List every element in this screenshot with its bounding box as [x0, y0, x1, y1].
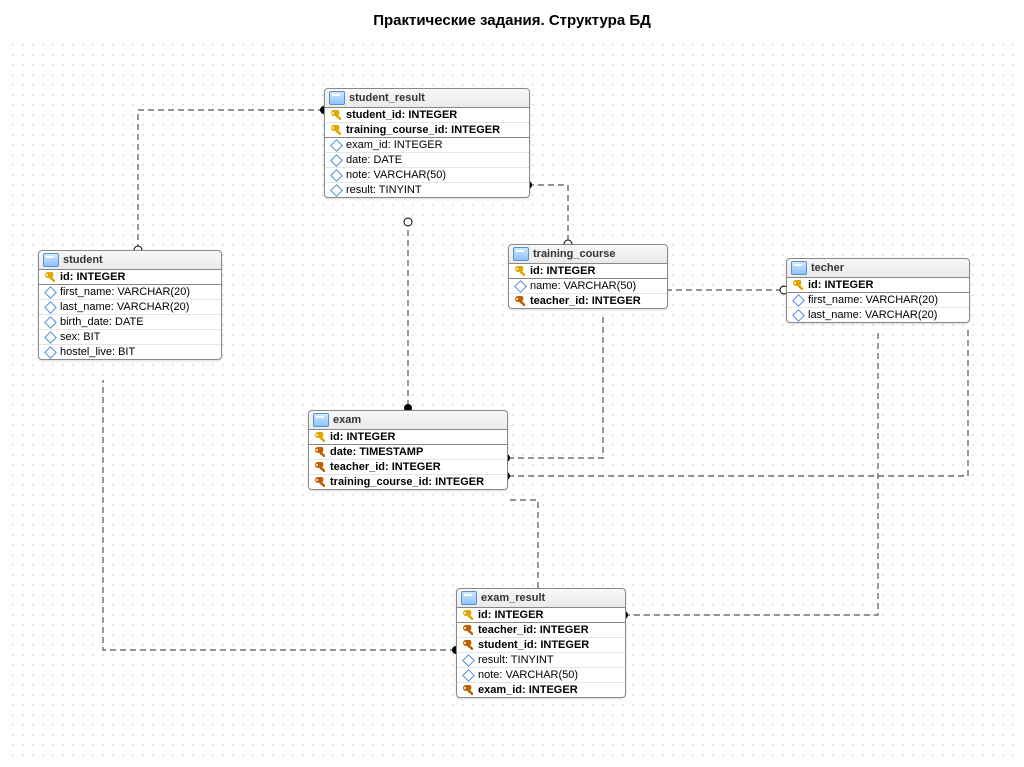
- key-icon: [330, 109, 342, 121]
- table-name: training_course: [533, 248, 616, 260]
- column: first_name: VARCHAR(20): [787, 293, 969, 308]
- table-name: student_result: [349, 92, 425, 104]
- column-fk: training_course_id: INTEGER: [309, 475, 507, 489]
- diamond-icon: [462, 654, 474, 666]
- table-student-result[interactable]: student_result student_id: INTEGER train…: [324, 88, 530, 198]
- table-student[interactable]: student id: INTEGER first_name: VARCHAR(…: [38, 250, 222, 360]
- diamond-icon: [44, 331, 56, 343]
- page-title: Практические задания. Структура БД: [0, 12, 1024, 29]
- table-icon: [313, 413, 329, 427]
- table-name: exam_result: [481, 592, 545, 604]
- column-fk: teacher_id: INTEGER: [509, 294, 667, 308]
- key-icon: [330, 124, 342, 136]
- key-icon: [462, 639, 474, 651]
- key-icon: [314, 431, 326, 443]
- key-icon: [462, 684, 474, 696]
- column-pk: id: INTEGER: [309, 430, 507, 444]
- diamond-icon: [44, 301, 56, 313]
- column-fk: student_id: INTEGER: [457, 638, 625, 653]
- table-name: student: [63, 254, 103, 266]
- column: note: VARCHAR(50): [325, 168, 529, 183]
- column: note: VARCHAR(50): [457, 668, 625, 683]
- diamond-icon: [462, 669, 474, 681]
- diamond-icon: [330, 169, 342, 181]
- column-pk: id: INTEGER: [457, 608, 625, 622]
- column: hostel_live: BIT: [39, 345, 221, 359]
- key-icon: [514, 265, 526, 277]
- table-icon: [791, 261, 807, 275]
- diamond-icon: [44, 346, 56, 358]
- key-icon: [514, 295, 526, 307]
- table-header: training_course: [509, 245, 667, 264]
- diamond-icon: [44, 316, 56, 328]
- diamond-icon: [330, 154, 342, 166]
- diamond-icon: [792, 309, 804, 321]
- table-header: exam_result: [457, 589, 625, 608]
- column-pk: id: INTEGER: [39, 270, 221, 284]
- column-fk: teacher_id: INTEGER: [457, 623, 625, 638]
- column: last_name: VARCHAR(20): [39, 300, 221, 315]
- column: first_name: VARCHAR(20): [39, 285, 221, 300]
- key-icon: [314, 446, 326, 458]
- diamond-icon: [792, 294, 804, 306]
- table-training-course[interactable]: training_course id: INTEGER name: VARCHA…: [508, 244, 668, 309]
- column: sex: BIT: [39, 330, 221, 345]
- column: last_name: VARCHAR(20): [787, 308, 969, 322]
- diamond-icon: [44, 286, 56, 298]
- table-header: student_result: [325, 89, 529, 108]
- column-fk: date: TIMESTAMP: [309, 445, 507, 460]
- column: exam_id: INTEGER: [325, 138, 529, 153]
- table-header: techer: [787, 259, 969, 278]
- key-icon: [462, 609, 474, 621]
- key-icon: [314, 476, 326, 488]
- table-name: techer: [811, 262, 844, 274]
- table-icon: [513, 247, 529, 261]
- column: name: VARCHAR(50): [509, 279, 667, 294]
- table-exam[interactable]: exam id: INTEGER date: TIMESTAMP teacher…: [308, 410, 508, 490]
- column-pk: training_course_id: INTEGER: [325, 123, 529, 137]
- key-icon: [462, 624, 474, 636]
- table-exam-result[interactable]: exam_result id: INTEGER teacher_id: INTE…: [456, 588, 626, 698]
- table-icon: [461, 591, 477, 605]
- key-icon: [792, 279, 804, 291]
- table-icon: [43, 253, 59, 267]
- table-name: exam: [333, 414, 361, 426]
- key-icon: [314, 461, 326, 473]
- column: date: DATE: [325, 153, 529, 168]
- column: birth_date: DATE: [39, 315, 221, 330]
- column-fk: exam_id: INTEGER: [457, 683, 625, 697]
- key-icon: [44, 271, 56, 283]
- table-techer[interactable]: techer id: INTEGER first_name: VARCHAR(2…: [786, 258, 970, 323]
- table-header: student: [39, 251, 221, 270]
- diamond-icon: [514, 280, 526, 292]
- column-fk: teacher_id: INTEGER: [309, 460, 507, 475]
- table-header: exam: [309, 411, 507, 430]
- diagram-canvas: student_result student_id: INTEGER train…: [8, 40, 1016, 760]
- diamond-icon: [330, 139, 342, 151]
- column: result: TINYINT: [325, 183, 529, 197]
- column-pk: id: INTEGER: [509, 264, 667, 278]
- column: result: TINYINT: [457, 653, 625, 668]
- table-icon: [329, 91, 345, 105]
- diamond-icon: [330, 184, 342, 196]
- column-pk: id: INTEGER: [787, 278, 969, 292]
- column-pk: student_id: INTEGER: [325, 108, 529, 123]
